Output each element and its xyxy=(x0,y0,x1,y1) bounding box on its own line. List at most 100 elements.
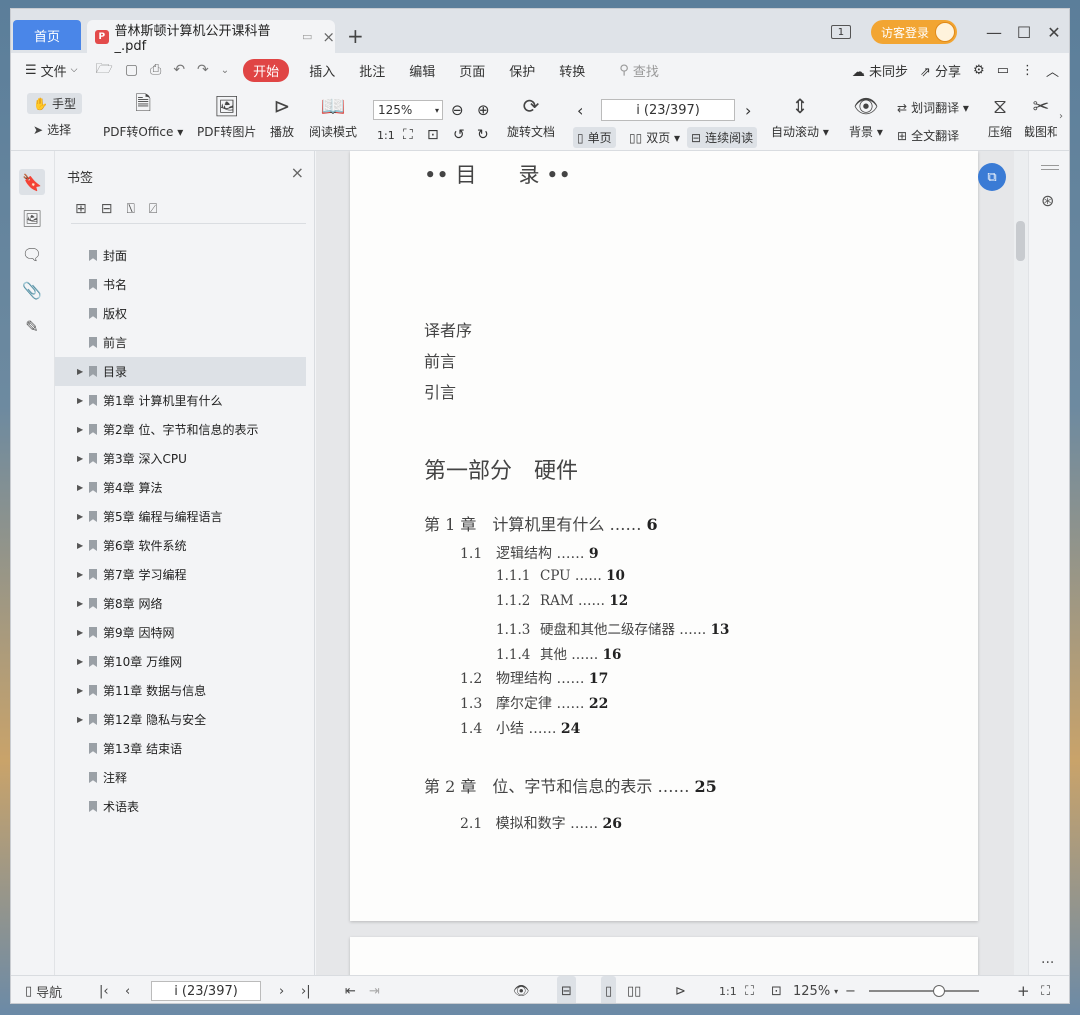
single-page-button[interactable]: ▯ 单页 xyxy=(573,127,616,148)
continuous-icon[interactable]: ⊟ xyxy=(557,976,576,1003)
menu-edit[interactable]: 编辑 xyxy=(397,61,447,80)
add-bookmark-icon[interactable]: ⍂ xyxy=(126,201,134,217)
actual-size-icon[interactable]: 1:1 xyxy=(719,976,737,1003)
toc-chapter[interactable]: 第 2 章 位、字节和信息的表示 …… 25 xyxy=(424,773,717,797)
bookmark-item[interactable]: ▶ 第2章 位、字节和信息的表示 xyxy=(55,415,314,444)
open-folder-icon[interactable]: 🗁 xyxy=(90,58,119,82)
comment-panel-icon[interactable]: 🗨 xyxy=(19,241,45,267)
expand-all-icon[interactable]: ⊞ xyxy=(75,201,87,217)
rotate-left-icon[interactable]: ↺ xyxy=(453,127,465,143)
bookmark-item[interactable]: 注释 xyxy=(55,763,314,792)
prev-page-icon[interactable]: ‹ xyxy=(577,101,583,120)
toc-section[interactable]: 1.2 物理结构 …… 17 xyxy=(460,668,608,688)
fit-page-icon[interactable]: ⛶ xyxy=(745,976,754,1003)
play-icon[interactable]: ⊳ xyxy=(675,976,686,1003)
toc-chapter[interactable]: 第 1 章 计算机里有什么 …… 6 xyxy=(424,511,658,535)
settings-icon[interactable]: ⚙ xyxy=(973,63,985,78)
fit-width-icon[interactable]: ⊡ xyxy=(427,127,439,143)
more-options-icon[interactable]: ··· xyxy=(1041,955,1054,971)
bookmark-icon[interactable]: ⍁ xyxy=(149,201,157,217)
sync-status[interactable]: ☁ 未同步 xyxy=(852,61,908,80)
toc-front-item[interactable]: 引言 xyxy=(424,379,456,403)
actual-size-icon[interactable]: 1:1 xyxy=(377,129,395,142)
word-translate-button[interactable]: ⇄ 划词翻译 ▾ xyxy=(897,99,969,116)
file-menu[interactable]: ☰ 文件 ⌵ xyxy=(11,61,90,80)
search-box[interactable]: ⚲ 查找 xyxy=(597,61,659,80)
ocr-search-icon[interactable]: ⊛ xyxy=(1041,191,1054,210)
bookmark-item[interactable]: ▶ 第7章 学习编程 xyxy=(55,560,314,589)
floating-tool-button[interactable]: ⧉ xyxy=(978,163,1006,191)
vertical-scrollbar[interactable] xyxy=(1014,151,1028,975)
toc-section[interactable]: 1.1.1 CPU …… 10 xyxy=(496,568,625,584)
zoom-select[interactable]: 125% ▾ xyxy=(373,100,443,120)
page-count-badge[interactable]: 1 xyxy=(830,25,851,39)
menu-insert[interactable]: 插入 xyxy=(297,61,347,80)
hand-tool-button[interactable]: ✋ 手型 xyxy=(27,93,82,114)
close-tab-icon[interactable]: × xyxy=(322,28,335,46)
bookmark-item[interactable]: 书名 xyxy=(55,270,314,299)
next-page-icon[interactable]: › xyxy=(745,101,751,120)
bookmark-item[interactable]: ▶ 第5章 编程与编程语言 xyxy=(55,502,314,531)
zoom-slider[interactable] xyxy=(869,985,979,997)
double-page-button[interactable]: ▯▯ 双页 ▾ xyxy=(629,129,680,146)
zoom-slider-knob[interactable] xyxy=(933,985,945,997)
page-indicator-input[interactable]: i (23/397) xyxy=(601,99,735,121)
bookmark-item[interactable]: ▶ 第4章 算法 xyxy=(55,473,314,502)
zoom-in-icon[interactable]: ⊕ xyxy=(477,101,490,119)
new-tab-button[interactable]: + xyxy=(347,24,364,48)
collapse-ribbon-icon[interactable]: ︿ xyxy=(1046,61,1059,80)
toc-section[interactable]: 1.1.2 RAM …… 12 xyxy=(496,593,628,609)
attachment-icon[interactable]: 📎 xyxy=(19,277,45,303)
bookmark-item[interactable]: ▶ 第1章 计算机里有什么 xyxy=(55,386,314,415)
menu-protect[interactable]: 保护 xyxy=(497,61,547,80)
comment-icon[interactable]: ▭ xyxy=(997,63,1009,78)
share-button[interactable]: ⇗ 分享 xyxy=(920,61,961,80)
close-window-button[interactable]: ✕ xyxy=(1039,23,1069,42)
save-icon[interactable]: ▢ xyxy=(119,62,144,78)
first-page-icon[interactable]: |‹ xyxy=(99,976,109,1003)
menu-start[interactable]: 开始 xyxy=(243,58,290,82)
forward-icon[interactable]: ⇥ xyxy=(369,976,380,1003)
bookmark-panel-icon[interactable]: 🔖 xyxy=(19,169,45,195)
menu-annotate[interactable]: 批注 xyxy=(347,61,397,80)
status-page-indicator[interactable]: i (23/397) xyxy=(151,981,261,1001)
single-page-icon[interactable]: ▯ xyxy=(601,976,617,1003)
bookmark-item[interactable]: 前言 xyxy=(55,328,314,357)
document-viewer[interactable]: •• 目 录 •• 译者序 前言 引言 第一部分 硬件 第 1 章 计算机里有什… xyxy=(316,151,1014,975)
menu-page[interactable]: 页面 xyxy=(447,61,497,80)
toc-front-item[interactable]: 前言 xyxy=(424,348,456,372)
expand-arrow-icon[interactable]: ▶ xyxy=(77,425,89,434)
fullscreen-icon[interactable]: ⛶ xyxy=(1041,976,1050,1003)
print-icon[interactable]: ⎙ xyxy=(144,62,167,78)
eye-icon[interactable]: 👁 xyxy=(513,976,530,1003)
prev-page-icon[interactable]: ‹ xyxy=(125,976,130,1003)
last-page-icon[interactable]: ›| xyxy=(301,976,311,1003)
minimize-button[interactable]: — xyxy=(979,23,1009,42)
zoom-out-icon[interactable]: − xyxy=(845,976,856,1003)
double-page-icon[interactable]: ▯▯ xyxy=(627,976,641,1003)
back-icon[interactable]: ⇤ xyxy=(345,976,356,1003)
status-zoom-select[interactable]: 125% ▾ xyxy=(793,976,838,1003)
toc-front-item[interactable]: 译者序 xyxy=(424,317,472,341)
bookmark-item[interactable]: ▶ 第11章 数据与信息 xyxy=(55,676,314,705)
collapse-all-icon[interactable]: ⊟ xyxy=(101,201,113,217)
scrollbar-thumb[interactable] xyxy=(1016,221,1025,261)
pdf-to-office-button[interactable]: 🗎 PDF转Office ▾ xyxy=(103,91,183,140)
undo-icon[interactable]: ↶ xyxy=(167,62,191,78)
more-icon[interactable]: ⋮ xyxy=(1021,63,1034,78)
bookmark-item[interactable]: ▶ 第10章 万维网 xyxy=(55,647,314,676)
bookmark-item[interactable]: ▶ 目录 xyxy=(55,357,306,386)
maximize-button[interactable]: ☐ xyxy=(1009,23,1039,42)
expand-arrow-icon[interactable]: ▶ xyxy=(77,512,89,521)
bookmark-item[interactable]: ▶ 第9章 因特网 xyxy=(55,618,314,647)
more-dropdown-icon[interactable]: ⌄ xyxy=(215,65,235,76)
bookmark-item[interactable]: 版权 xyxy=(55,299,314,328)
bookmark-item[interactable]: ▶ 第12章 隐私与安全 xyxy=(55,705,314,734)
expand-arrow-icon[interactable]: ▶ xyxy=(77,483,89,492)
tab-document[interactable]: P 普林斯顿计算机公开课科普_.pdf ▭ × xyxy=(87,20,335,54)
fit-width-icon[interactable]: ⊡ xyxy=(771,976,782,1003)
navigation-button[interactable]: ▯ 导航 xyxy=(25,976,62,1003)
bookmark-item[interactable]: ▶ 第8章 网络 xyxy=(55,589,314,618)
expand-arrow-icon[interactable]: ▶ xyxy=(77,541,89,550)
bookmark-item[interactable]: ▶ 第6章 软件系统 xyxy=(55,531,314,560)
